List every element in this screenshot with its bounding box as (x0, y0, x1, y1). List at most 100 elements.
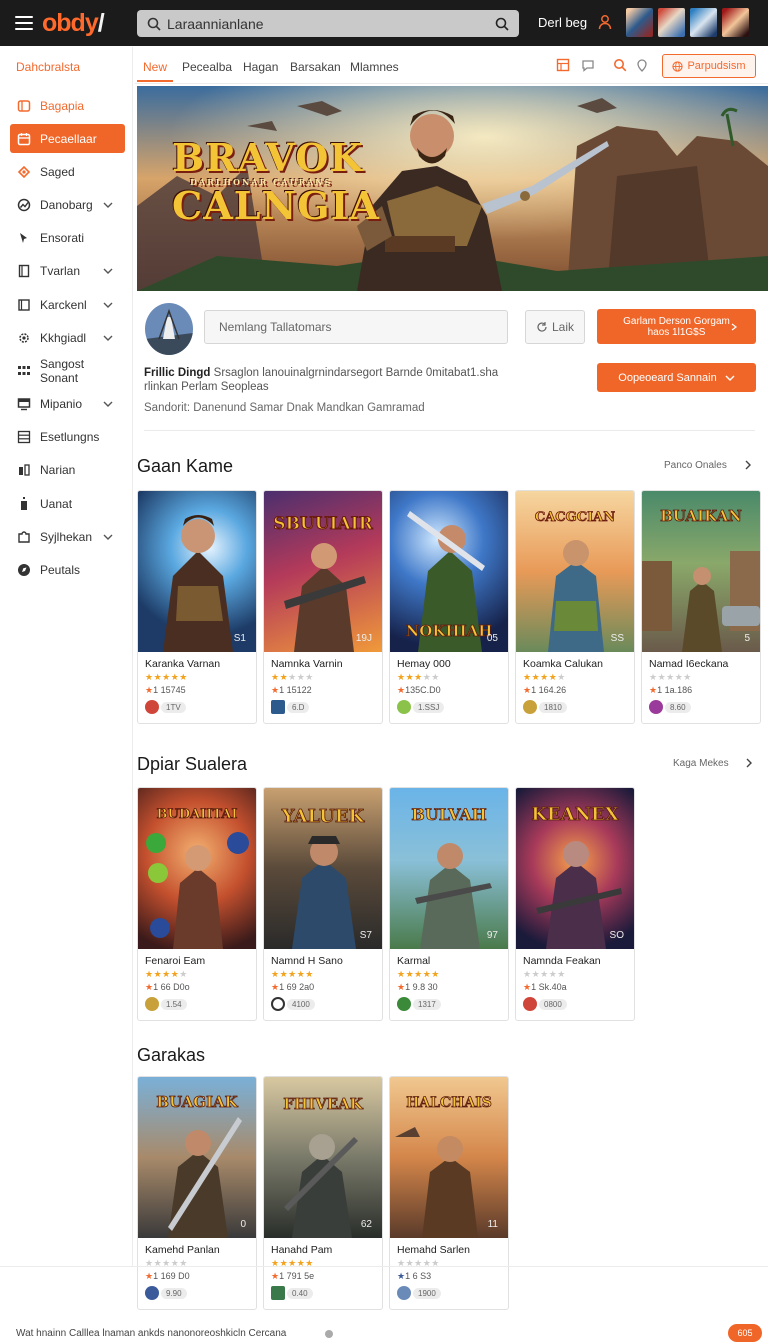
card-badge: 1.SSJ (397, 700, 445, 714)
game-cover: BULVAH 97 (390, 788, 508, 949)
sidebar-item-peutals[interactable]: Peutals (10, 553, 125, 586)
tab-mlamnes[interactable]: Mlamnes (350, 60, 399, 74)
sidebar-item-sangost-sonant[interactable]: Sangost Sonant (10, 354, 125, 387)
sidebar-item-bagapia[interactable]: Bagapia (10, 89, 125, 122)
top-cta-button[interactable]: Parpudsism (662, 54, 756, 78)
app-logo[interactable]: obdy/ (42, 9, 105, 38)
card-number: 19J (355, 633, 372, 644)
game-card[interactable]: BULVAH 97 Karmal ★★★★★ ★1 9.8 30 1317 (389, 787, 509, 1021)
secondary-action-button[interactable]: Oopeoeard Sannain (597, 363, 756, 392)
avatar[interactable] (626, 8, 653, 37)
platform-icon (397, 700, 411, 714)
location-icon[interactable] (635, 58, 649, 72)
sidebar-list: Bagapia Pecaellaar Saged Danobarg Ensora… (10, 89, 125, 587)
user-icon[interactable] (598, 14, 612, 30)
game-card[interactable]: SBUUIAIR 19J Namnka Varnin ★★★★★ ★1 1512… (263, 490, 383, 724)
chevron-right-icon[interactable] (745, 758, 753, 768)
card-stat: ★1 15745 (145, 685, 186, 695)
game-card[interactable]: S1 Karanka Varnan ★★★★★ ★1 15745 1TV (137, 490, 257, 724)
sidebar-item-tvarlan[interactable]: Tvarlan (10, 255, 125, 288)
card-title: Namnka Varnin (271, 658, 343, 670)
game-card[interactable]: CACGCIAN SS Koamka Calukan ★★★★★ ★1 164.… (515, 490, 635, 724)
sidebar-item-kkhgiadl[interactable]: Kkhgiadl (10, 321, 125, 354)
user-name[interactable]: Derl beg (538, 15, 587, 30)
chevron-right-icon[interactable] (744, 460, 752, 470)
card-badge: 0800 (523, 997, 567, 1011)
platform-icon (145, 997, 159, 1011)
card-stat-value: 1 66 D0o (153, 982, 190, 992)
section-see-all-link[interactable]: Panco Onales (664, 460, 727, 471)
hero-banner[interactable]: BRAVOK DARLHONAR CAURANS CALNGIA (137, 86, 768, 291)
game-cover-figure (163, 515, 233, 652)
sidebar-item-mipanio[interactable]: Mipanio (10, 388, 125, 421)
chevron-down-icon (725, 375, 735, 381)
sidebar-item-uanat[interactable]: Uanat (10, 487, 125, 520)
sidebar-item-danobarg[interactable]: Danobarg (10, 188, 125, 221)
game-cover-figure: NOKHIAH (405, 511, 493, 652)
primary-action-label: Garlam Derson Gorgam haos 1l1G$S (623, 315, 730, 338)
info-icon[interactable] (325, 1330, 333, 1338)
project-author[interactable]: Frillic Dingd (144, 367, 210, 379)
grid-view-icon[interactable] (556, 58, 570, 72)
sidebar-item-label: Narian (40, 463, 76, 478)
project-logo[interactable] (145, 303, 193, 355)
search-icon[interactable] (613, 58, 627, 72)
chevron-down-icon[interactable] (103, 334, 113, 342)
search-submit-icon[interactable] (495, 17, 509, 31)
chevron-down-icon[interactable] (103, 533, 113, 541)
platform-icon (271, 700, 285, 714)
sidebar-item-label: Saged (40, 164, 75, 179)
game-card[interactable]: NOKHIAH 05 Hemay 000 ★★★★★ ★135C.D0 1.SS… (389, 490, 509, 724)
notification-badge[interactable]: 605 (728, 1324, 762, 1342)
game-card[interactable]: BUDAIITAI Fenaroi Eam ★★★★★ ★1 66 D0o 1.… (137, 787, 257, 1021)
game-card[interactable]: KEANEX SO Namnda Feakan ★★★★★ ★1 Sk.40a … (515, 787, 635, 1021)
search-bar[interactable]: Laraannianlane (137, 10, 519, 37)
home-icon (17, 99, 31, 112)
sidebar-item-syjlhekan[interactable]: Syjlhekan (10, 520, 125, 553)
sidebar-item-label: Danobarg (40, 197, 93, 212)
puzzle-icon (18, 531, 30, 543)
game-cover-figure: BUAIKAN (642, 507, 760, 652)
bin-icon (21, 496, 27, 510)
chevron-down-icon[interactable] (103, 267, 113, 275)
section-see-all-link[interactable]: Kaga Mekes (673, 758, 729, 769)
card-title: Fenaroi Eam (145, 955, 206, 967)
tab-new[interactable]: New (143, 60, 167, 74)
primary-action-button[interactable]: Garlam Derson Gorgam haos 1l1G$S (597, 309, 756, 344)
avatar[interactable] (722, 8, 749, 37)
game-cover-figure: BUAGIAK (156, 1093, 242, 1238)
chat-icon[interactable] (581, 58, 595, 72)
sidebar-item-saged[interactable]: Saged (10, 155, 125, 188)
card-rating: ★★★★★ (397, 969, 440, 979)
game-card[interactable]: YALUEK S7 Namnd H Sano ★★★★★ ★1 69 2a0 4… (263, 787, 383, 1021)
tab-hagan[interactable]: Hagan (243, 60, 278, 74)
sidebar-item-pecaellaar[interactable]: Pecaellaar (10, 124, 125, 154)
tab-pecealba[interactable]: Pecealba (182, 60, 232, 74)
chevron-down-icon[interactable] (103, 301, 113, 309)
project-name-field[interactable]: Nemlang Tallatomars (204, 310, 508, 344)
divider (144, 430, 755, 431)
sidebar-item-esetlungns[interactable]: Esetlungns (10, 421, 125, 454)
sidebar-item-narian[interactable]: Narian (10, 454, 125, 487)
chevron-down-icon[interactable] (103, 201, 113, 209)
sidebar-item-ensorati[interactable]: Ensorati (10, 222, 125, 255)
card-number: 97 (486, 930, 498, 941)
chevron-down-icon[interactable] (103, 400, 113, 408)
sidebar-item-karckenl[interactable]: Karckenl (10, 288, 125, 321)
game-cover-figure: BULVAH (411, 805, 492, 949)
like-button[interactable]: Laik (525, 310, 585, 344)
game-card[interactable]: BUAIKAN 5 Namad I6eckana ★★★★★ ★1 1a.186… (641, 490, 761, 724)
svg-text:BUAGIAK: BUAGIAK (156, 1093, 238, 1111)
sidebar-item-label: Mipanio (40, 397, 83, 412)
avatar[interactable] (690, 8, 717, 37)
tab-barsakan[interactable]: Barsakan (290, 60, 341, 74)
gear-icon (19, 332, 29, 343)
game-cover-figure: SBUUIAIR (273, 514, 374, 652)
avatar[interactable] (658, 8, 685, 37)
hero-title-line2: CALNGIA (172, 183, 380, 228)
search-input[interactable]: Laraannianlane (167, 16, 495, 32)
hamburger-menu-icon[interactable] (15, 16, 33, 30)
card-number: SO (609, 930, 624, 941)
card-badge: 1810 (523, 700, 567, 714)
svg-text:FHIVEAK: FHIVEAK (283, 1095, 364, 1113)
